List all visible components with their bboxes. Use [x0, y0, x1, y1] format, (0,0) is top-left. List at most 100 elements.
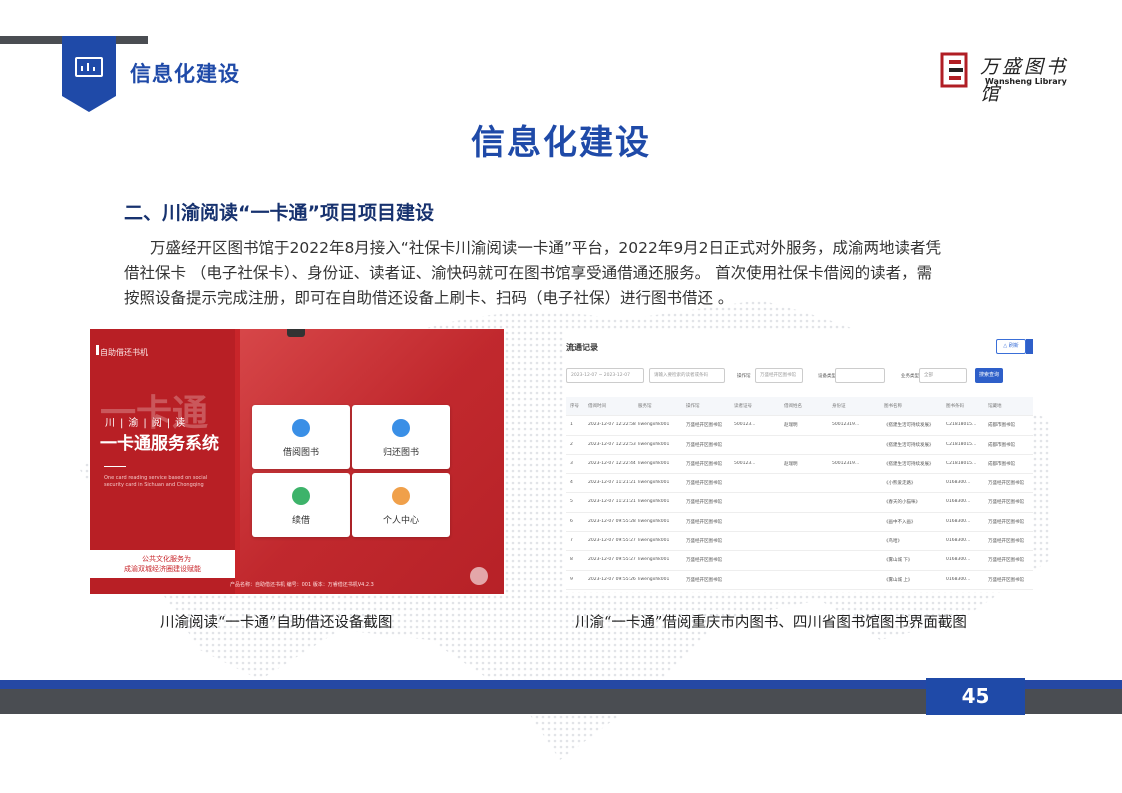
table-cell: 成都市图书馆: [988, 423, 1015, 429]
table-row[interactable]: 9 2023-12-07 09:55:26 liwengxhk001 万盛经开区图书馆…: [566, 571, 1033, 590]
body-paragraph: 万盛经开区图书馆于2022年8月接入“社保卡川渝阅读一卡通”平台，2022年9月…: [124, 236, 1004, 311]
kiosk-slogan: 公共文化服务为: [142, 555, 191, 563]
table-cell: liwengxhk001: [638, 480, 670, 486]
table-cell: 50012319...: [832, 422, 860, 428]
header-badge: [62, 36, 116, 112]
table-cell: 2023-12-07 09:55:27: [588, 557, 636, 563]
kiosk-english-text: One card reading service based on social…: [104, 475, 208, 488]
table-header-cell: 图书名称: [884, 404, 902, 409]
table-row[interactable]: 4 2023-12-07 11:21:21 liwengxhk001 万盛经开区图书馆…: [566, 474, 1033, 494]
table-cell: 500123...: [734, 422, 756, 428]
business-type-select[interactable]: 全部: [919, 368, 967, 383]
table-cell: 成都市图书馆: [988, 461, 1015, 467]
table-cell: 3: [570, 460, 573, 466]
table-cell: 《小熊爱走路》: [884, 481, 916, 487]
table-cell: 500123...: [734, 460, 756, 466]
table-row[interactable]: 5 2023-12-07 11:21:21 liwengxhk001 万盛经开区图书馆…: [566, 493, 1033, 513]
table-row[interactable]: 7 2023-12-07 09:55:27 liwengxhk001 万盛经开区图书馆…: [566, 532, 1033, 552]
library-seal-icon: [940, 52, 968, 88]
table-header-cell: 读者证号: [734, 404, 752, 409]
kiosk-slogan: 成渝双城经济圈建设赋能: [124, 565, 201, 573]
table-cell: 1: [570, 422, 573, 428]
right-caption: 川渝“一卡通”借阅重庆市内图书、四川省图书馆图书界面截图: [575, 615, 967, 631]
table-cell: 万盛经开区图书馆: [988, 519, 1024, 525]
table-header-cell: 馆藏地: [988, 404, 1002, 409]
table-cell: 《雾山城 上》: [884, 577, 913, 583]
device-type-select[interactable]: [835, 368, 885, 383]
renew-tile[interactable]: 续借: [252, 473, 350, 537]
table-cell: 赵瑞明: [784, 423, 798, 429]
personal-center-tile[interactable]: 个人中心: [352, 473, 450, 537]
search-button[interactable]: 搜索查询: [975, 368, 1003, 383]
table-cell: 万盛经开区图书馆: [686, 461, 722, 467]
kiosk-system-title: 一卡通服务系统: [100, 434, 219, 454]
table-cell: 万盛经开区图书馆: [686, 539, 722, 545]
table-cell: liwengxhk001: [638, 460, 670, 466]
tile-label: 借阅图书: [282, 448, 319, 458]
table-cell: C21818015...: [946, 422, 977, 428]
table-cell: 2023-12-07 11:21:21: [588, 499, 636, 505]
table-cell: 万盛经开区图书馆: [686, 481, 722, 487]
table-cell: 万盛经开区图书馆: [686, 577, 722, 583]
table-cell: 2023-12-07 11:21:21: [588, 480, 636, 486]
paragraph-line: 借社保卡 （电子社保卡）、身份证、读者证、渝快码就可在图书馆享受通借通还服务。 …: [124, 264, 933, 282]
table-cell: 万盛经开区图书馆: [988, 577, 1024, 583]
table-cell: 4: [570, 480, 573, 486]
return-book-tile[interactable]: 归还图书: [352, 405, 450, 469]
table-header-cell: 借阅姓名: [784, 404, 802, 409]
page-number: 45: [926, 678, 1025, 715]
table-cell: liwengxhk001: [638, 518, 670, 524]
table-cell: 2023-12-07 12:22:53: [588, 441, 636, 447]
filter-label: 操作馆: [737, 374, 751, 379]
borrow-book-tile[interactable]: 借阅图书: [252, 405, 350, 469]
table-cell: 《画中不入画》: [884, 519, 916, 525]
table-cell: 8: [570, 557, 573, 563]
table-cell: 2: [570, 441, 573, 447]
table-cell: 万盛经开区图书馆: [686, 519, 722, 525]
table-cell: 《搭建生活可持续发展》: [884, 461, 934, 467]
table-cell: 万盛经开区图书馆: [686, 442, 722, 448]
table-cell: 2023-12-07 12:22:58: [588, 422, 636, 428]
table-cell: 2023-12-07 09:55:26: [588, 576, 636, 582]
table-row[interactable]: 6 2023-12-07 09:55:28 liwengxhk001 万盛经开区图书馆…: [566, 513, 1033, 533]
search-input[interactable]: 请输入要检索的读者或条码: [649, 368, 725, 383]
table-row[interactable]: 1 2023-12-07 12:22:58 liwengxhk001 万盛经开区图书馆…: [566, 416, 1033, 436]
return-icon: [392, 419, 410, 437]
table-row[interactable]: 3 2023-12-07 12:22:44 liwengxhk001 万盛经开区图书馆…: [566, 455, 1033, 475]
table-cell: 9: [570, 576, 573, 582]
panel-edge-button[interactable]: [1026, 339, 1033, 354]
table-cell: 《搭建生活可持续发展》: [884, 442, 934, 448]
kiosk-subtitle: 川|渝|阅|读: [105, 418, 191, 429]
table-cell: liwengxhk001: [638, 557, 670, 563]
table-cell: 万盛经开区图书馆: [988, 539, 1024, 545]
table-cell: 《鸟哈》: [884, 539, 902, 545]
logo-english-name: Wansheng Library: [985, 77, 1067, 86]
table-cell: 0168300...: [946, 480, 971, 486]
operation-library-select[interactable]: 万盛经开区图书馆: [755, 368, 803, 383]
library-logo: 万盛图书馆 Wansheng Library: [940, 52, 1070, 105]
circulation-records-screenshot: 流通记录 △ 刷新 2023-12-07 ~ 2023-12-07 请输入要检索…: [563, 330, 1033, 592]
table-cell: 2023-12-07 09:55:28: [588, 518, 636, 524]
table-cell: 0168300...: [946, 557, 971, 563]
table-cell: C21818015...: [946, 441, 977, 447]
refresh-button[interactable]: △ 刷新: [996, 339, 1026, 354]
table-cell: liwengxhk001: [638, 441, 670, 447]
table-cell: 《雾山城 下》: [884, 558, 913, 564]
table-header-cell: 借阅时间: [588, 404, 606, 409]
filter-label: 业务类型: [901, 374, 919, 379]
speaker-icon[interactable]: [470, 567, 488, 585]
table-row[interactable]: 8 2023-12-07 09:55:27 liwengxhk001 万盛经开区图书馆…: [566, 551, 1033, 571]
kiosk-footer: 产品名称：自助借还书机 编号：001 版本：万睿借还书机V4.2.3: [230, 582, 374, 588]
records-title: 流通记录: [566, 343, 598, 352]
table-cell: 万盛经开区图书馆: [988, 558, 1024, 564]
table-cell: 2023-12-07 09:55:27: [588, 538, 636, 544]
table-header-cell: 服务馆: [638, 404, 652, 409]
table-row[interactable]: 2 2023-12-07 12:22:53 liwengxhk001 万盛经开区图书馆…: [566, 436, 1033, 455]
table-cell: 万盛经开区图书馆: [988, 481, 1024, 487]
table-cell: 0168300...: [946, 518, 971, 524]
tile-label: 续借: [291, 516, 310, 526]
paragraph-line: 万盛经开区图书馆于2022年8月接入“社保卡川渝阅读一卡通”平台，2022年9月…: [150, 239, 942, 257]
kiosk-brand-icon: [96, 345, 99, 355]
table-cell: 6: [570, 518, 573, 524]
date-range-input[interactable]: 2023-12-07 ~ 2023-12-07: [566, 368, 644, 383]
